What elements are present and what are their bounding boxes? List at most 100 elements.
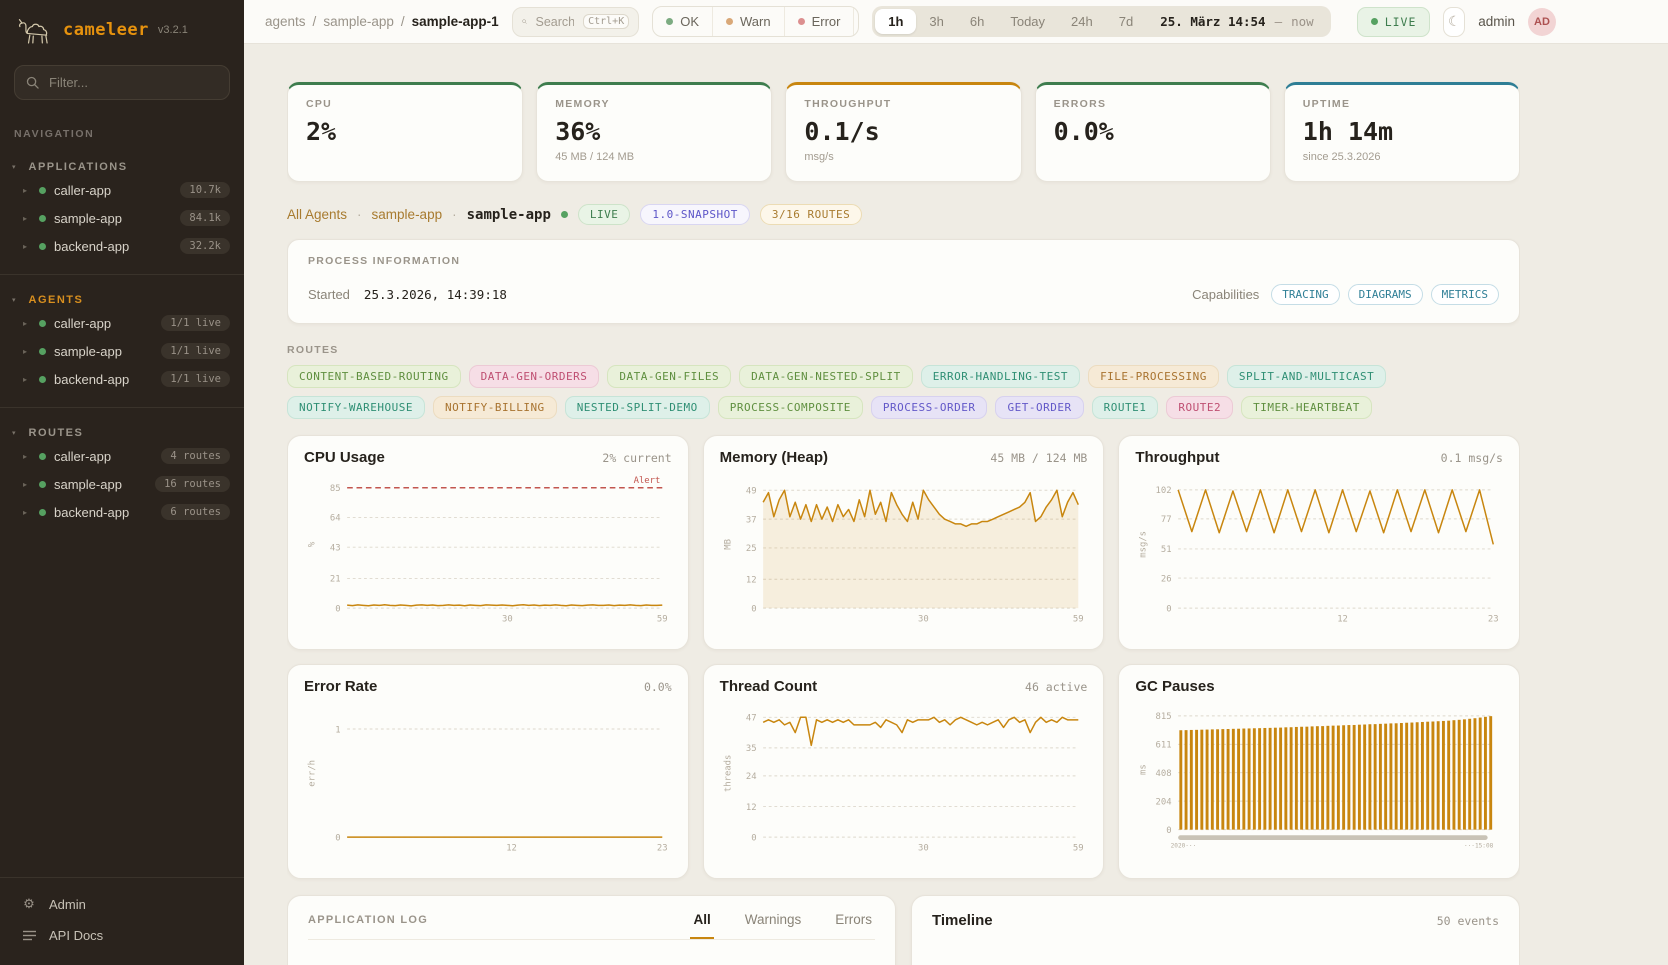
memory-heap-chart-card: Memory (Heap)45 MB / 124 MB0122537493059… (703, 435, 1105, 650)
error-rate-chart-card: Error Rate0.0%011223err/h (287, 664, 689, 879)
sidebar-item-backend-app[interactable]: ▸backend-app32.2k (0, 232, 244, 260)
chevron-right-icon: ▸ (23, 452, 31, 461)
sidebar-item-sample-app[interactable]: ▸sample-app1/1 live (0, 337, 244, 365)
sidebar-item-backend-app[interactable]: ▸backend-app6 routes (0, 498, 244, 526)
route-chip-notify-warehouse[interactable]: NOTIFY-WAREHOUSE (287, 396, 425, 419)
route-chip-get-order[interactable]: GET-ORDER (995, 396, 1083, 419)
search-input[interactable] (534, 14, 577, 30)
breadcrumb-item-sample-app[interactable]: sample-app (323, 14, 394, 29)
stat-label: MEMORY (555, 98, 753, 110)
time-range-today[interactable]: Today (997, 9, 1058, 34)
route-chip-data-gen-nested-split[interactable]: DATA-GEN-NESTED-SPLIT (739, 365, 913, 388)
nav-item-badge: 1/1 live (161, 315, 230, 331)
user-name: admin (1478, 14, 1515, 29)
sidebar-item-caller-app[interactable]: ▸caller-app10.7k (0, 176, 244, 204)
memory-heap-chart-title: Memory (Heap) (720, 449, 828, 466)
svg-text:49: 49 (746, 487, 757, 497)
nav-item-badge: 6 routes (161, 504, 230, 520)
tab-errors[interactable]: Errors (832, 912, 875, 939)
sidebar: cameleer v3.2.1 NAVIGATION ▾APPLICATIONS… (0, 0, 244, 965)
capability-badge-tracing: TRACING (1271, 284, 1339, 305)
theme-toggle-button[interactable]: ☾ (1443, 7, 1465, 37)
stat-card-cpu: CPU2% (287, 82, 523, 182)
agent-badge-live: LIVE (578, 204, 631, 225)
error-rate-chart-current-value: 0.0% (644, 680, 672, 694)
breadcrumb-item-agents[interactable]: agents (265, 14, 306, 29)
svg-text:Alert: Alert (634, 476, 661, 486)
route-chip-route1[interactable]: ROUTE1 (1092, 396, 1159, 419)
time-range-3h[interactable]: 3h (916, 9, 956, 34)
status-filter-error[interactable]: Error (784, 7, 854, 36)
stat-value: 36% (555, 117, 753, 146)
sidebar-item-sample-app[interactable]: ▸sample-app84.1k (0, 204, 244, 232)
sidebar-item-backend-app[interactable]: ▸backend-app1/1 live (0, 365, 244, 393)
svg-text:37: 37 (746, 515, 757, 525)
docs-icon (22, 930, 36, 941)
time-range-24h[interactable]: 24h (1058, 9, 1106, 34)
svg-text:12: 12 (506, 843, 517, 853)
sidebar-section-routes: ▾ROUTES▸caller-app4 routes▸sample-app16 … (0, 424, 244, 526)
live-indicator[interactable]: LIVE (1357, 7, 1431, 37)
status-filter-warn[interactable]: Warn (712, 7, 784, 36)
search-shortcut-hint: Ctrl+K (583, 14, 629, 29)
sidebar-item-caller-app[interactable]: ▸caller-app1/1 live (0, 309, 244, 337)
route-chip-file-processing[interactable]: FILE-PROCESSING (1088, 365, 1219, 388)
route-chip-data-gen-orders[interactable]: DATA-GEN-ORDERS (469, 365, 600, 388)
svg-text:59: 59 (657, 614, 668, 624)
app-logo[interactable]: cameleer v3.2.1 (0, 0, 244, 55)
application-log-panel: APPLICATION LOG All Warnings Errors (287, 895, 896, 965)
time-range-6h[interactable]: 6h (957, 9, 997, 34)
agent-crumb-sample-app[interactable]: sample-app (372, 207, 443, 222)
timeline-events-count: 50 events (1437, 914, 1499, 928)
route-chip-process-composite[interactable]: PROCESS-COMPOSITE (718, 396, 863, 419)
status-filter-running[interactable]: Running (853, 7, 859, 36)
thread-count-chart-title: Thread Count (720, 678, 818, 695)
section-header-applications[interactable]: ▾APPLICATIONS (0, 158, 244, 176)
status-filter-ok[interactable]: OK (653, 7, 712, 36)
section-title-applications: APPLICATIONS (29, 161, 128, 173)
section-header-agents[interactable]: ▾AGENTS (0, 291, 244, 309)
avatar[interactable]: AD (1528, 8, 1556, 36)
status-dot-icon (666, 18, 673, 25)
route-chip-split-and-multicast[interactable]: SPLIT-AND-MULTICAST (1227, 365, 1386, 388)
agent-crumb-all-agents[interactable]: All Agents (287, 207, 347, 222)
filter-input[interactable] (47, 74, 218, 91)
route-chip-data-gen-files[interactable]: DATA-GEN-FILES (607, 365, 731, 388)
capabilities-badges: TRACINGDIAGRAMSMETRICS (1271, 284, 1499, 305)
tab-warnings[interactable]: Warnings (742, 912, 805, 939)
route-chip-notify-billing[interactable]: NOTIFY-BILLING (433, 396, 557, 419)
route-chip-nested-split-demo[interactable]: NESTED-SPLIT-DEMO (565, 396, 710, 419)
bottom-grid: APPLICATION LOG AllWarningsErrors Timeli… (287, 895, 1520, 965)
chevron-right-icon: ▸ (23, 375, 31, 384)
stat-value: 0.1/s (804, 117, 1002, 146)
section-header-routes[interactable]: ▾ROUTES (0, 424, 244, 442)
sidebar-filter-box[interactable] (14, 65, 230, 100)
route-chip-error-handling-test[interactable]: ERROR-HANDLING-TEST (921, 365, 1080, 388)
route-chip-process-order[interactable]: PROCESS-ORDER (871, 396, 988, 419)
stat-value: 2% (306, 117, 504, 146)
svg-text:204: 204 (1156, 797, 1172, 807)
thread-count-chart-current-value: 46 active (1025, 680, 1087, 694)
sidebar-item-caller-app[interactable]: ▸caller-app4 routes (0, 442, 244, 470)
nav-item-label: caller-app (54, 449, 111, 464)
sidebar-item-admin[interactable]: ⚙ Admin (0, 888, 244, 920)
application-log-title: APPLICATION LOG (308, 914, 428, 939)
time-range-1h[interactable]: 1h (875, 9, 916, 34)
cpu-usage-chart-svg: 021436485Alert3059% (304, 466, 672, 634)
gc-pauses-chart-header: GC Pauses (1135, 678, 1503, 695)
sidebar-item-api-docs[interactable]: API Docs (0, 920, 244, 951)
error-rate-chart-svg: 011223err/h (304, 695, 672, 863)
time-range-group: 1h3h6hToday24h7d25. März 14:54—now (872, 6, 1330, 37)
status-dot-icon (39, 187, 46, 194)
search-box[interactable]: Ctrl+K (512, 7, 640, 37)
cpu-usage-chart-title: CPU Usage (304, 449, 385, 466)
process-information-title: PROCESS INFORMATION (308, 255, 1499, 267)
sidebar-item-sample-app[interactable]: ▸sample-app16 routes (0, 470, 244, 498)
time-range-7d[interactable]: 7d (1106, 9, 1146, 34)
route-chip-content-based-routing[interactable]: CONTENT-BASED-ROUTING (287, 365, 461, 388)
route-chip-timer-heartbeat[interactable]: TIMER-HEARTBEAT (1241, 396, 1372, 419)
sidebar-footer: ⚙ Admin API Docs (0, 877, 244, 965)
agent-live-dot-icon (561, 211, 568, 218)
route-chip-route2[interactable]: ROUTE2 (1166, 396, 1233, 419)
tab-all[interactable]: All (690, 912, 713, 939)
